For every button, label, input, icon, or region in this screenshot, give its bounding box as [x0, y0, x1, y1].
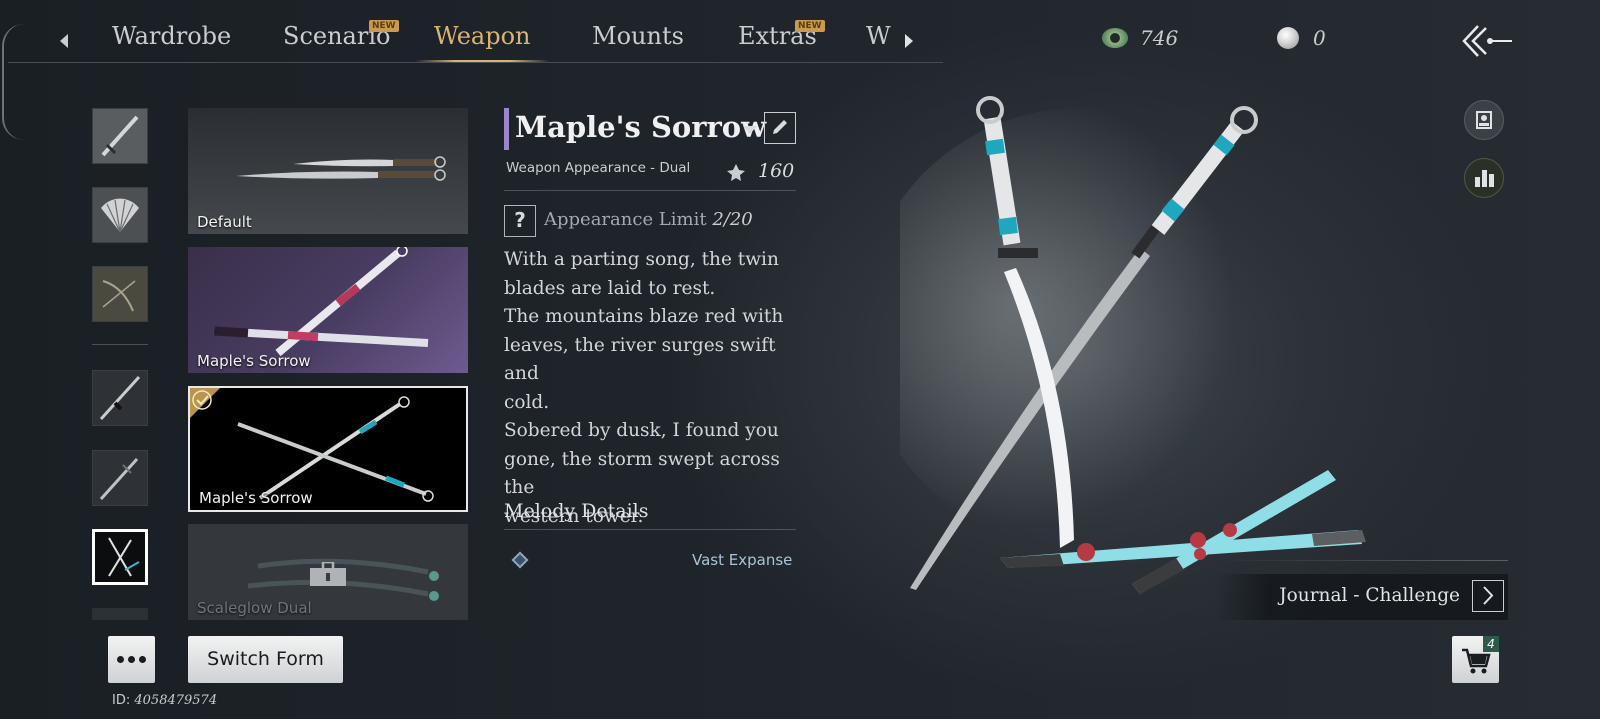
skin-card-maples-sorrow-purple[interactable]: Maple's Sorrow	[188, 247, 468, 373]
new-badge: NEW	[369, 20, 399, 32]
journal-divider	[1216, 560, 1508, 561]
pencil-icon	[773, 120, 787, 134]
skin-card-scaleglow-dual-locked[interactable]: Scaleglow Dual	[188, 524, 468, 620]
category-sword[interactable]	[92, 108, 148, 164]
weapon-subtitle: Weapon Appearance - Dual	[506, 160, 691, 176]
melody-details-heading: Melody Details	[504, 500, 649, 522]
portrait-view-button[interactable]	[1464, 100, 1504, 140]
title-accent-bar	[504, 108, 509, 150]
spear-icon	[93, 371, 147, 425]
category-divider	[92, 344, 148, 345]
category-fan[interactable]	[92, 187, 148, 243]
pearl-currency-icon	[1277, 27, 1299, 49]
blade-icon	[93, 451, 147, 505]
diamond-icon	[511, 551, 529, 569]
chevron-down-icon[interactable]	[743, 126, 757, 134]
dot-icon	[128, 656, 135, 663]
dot-icon	[139, 656, 146, 663]
journal-challenge-link[interactable]: Journal - Challenge	[1216, 574, 1508, 620]
weapon-preview[interactable]	[900, 88, 1420, 608]
bar-chart-icon	[1475, 170, 1494, 187]
skin-name: Maple's Sorrow	[199, 489, 313, 507]
back-arrow-icon	[1462, 25, 1512, 57]
help-button[interactable]: ?	[504, 205, 536, 237]
tab-partial[interactable]: W	[866, 22, 891, 50]
skin-card-default[interactable]: Default	[188, 108, 468, 234]
left-edge-arc	[2, 24, 24, 140]
pearl-amount: 0	[1313, 26, 1326, 50]
lock-icon	[310, 562, 346, 586]
category-more[interactable]	[92, 608, 148, 620]
appearance-score: 160	[758, 160, 795, 182]
description-line: gone, the storm swept across the	[504, 448, 780, 499]
weapon-title: Maple's Sorrow	[515, 110, 767, 144]
tab-bar-divider	[8, 62, 943, 63]
category-bow[interactable]	[92, 266, 148, 322]
dot-icon	[117, 656, 124, 663]
description-line: The mountains blaze red with	[504, 306, 784, 327]
appearance-limit-value: 2/20	[712, 209, 753, 230]
weapon-description: With a parting song, the twin blades are…	[504, 246, 804, 531]
bow-icon	[93, 267, 147, 321]
category-dual-blades[interactable]	[92, 529, 148, 585]
chevron-right-icon	[1483, 586, 1494, 605]
category-blade[interactable]	[92, 450, 148, 506]
fan-icon	[93, 188, 147, 242]
description-line: With a parting song, the twin	[504, 249, 779, 270]
more-options-button[interactable]	[108, 636, 155, 683]
edit-button[interactable]	[764, 112, 796, 144]
appearance-limit-label: Appearance Limit	[544, 209, 707, 230]
tab-weapon[interactable]: Weapon	[434, 22, 531, 50]
back-button[interactable]	[1460, 20, 1516, 62]
journal-challenge-button[interactable]	[1472, 580, 1504, 612]
new-badge: NEW	[795, 20, 825, 32]
skin-name: Maple's Sorrow	[197, 352, 311, 370]
skin-name: Default	[197, 213, 252, 231]
jade-currency-icon	[1102, 28, 1128, 48]
category-spear[interactable]	[92, 370, 148, 426]
description-line: blades are laid to rest.	[504, 277, 716, 299]
player-id-label: ID:	[112, 693, 131, 708]
selected-check-icon	[190, 388, 220, 418]
tabs-scroll-right-icon[interactable]	[905, 34, 913, 48]
player-id: ID: 4058479574	[112, 693, 217, 708]
frame-icon	[1476, 111, 1492, 129]
melody-item[interactable]: Vast Expanse	[692, 551, 792, 569]
tab-mounts[interactable]: Mounts	[592, 22, 684, 50]
tab-wardrobe[interactable]: Wardrobe	[112, 22, 231, 50]
description-line: cold.	[504, 391, 550, 413]
appearance-limit: Appearance Limit 2/20	[544, 209, 753, 230]
jade-amount: 746	[1140, 26, 1179, 50]
dual-blades-icon	[108, 537, 140, 577]
cart-count-badge: 4	[1483, 636, 1499, 652]
skin-name: Scaleglow Dual	[197, 599, 312, 617]
divider	[504, 529, 796, 530]
stats-button[interactable]	[1464, 158, 1504, 198]
lotus-score-icon	[727, 164, 745, 181]
skin-card-maples-sorrow-selected[interactable]: Maple's Sorrow	[188, 386, 468, 512]
divider	[504, 190, 796, 191]
player-id-value: 4058479574	[134, 693, 218, 708]
tabs-scroll-left-icon[interactable]	[60, 34, 68, 48]
description-line: leaves, the river surges swift and	[504, 334, 776, 385]
switch-form-button[interactable]: Switch Form	[188, 636, 343, 683]
sword-icon	[93, 109, 147, 163]
description-line: Sobered by dusk, I found you	[504, 420, 779, 441]
journal-challenge-label: Journal - Challenge	[1279, 585, 1460, 606]
